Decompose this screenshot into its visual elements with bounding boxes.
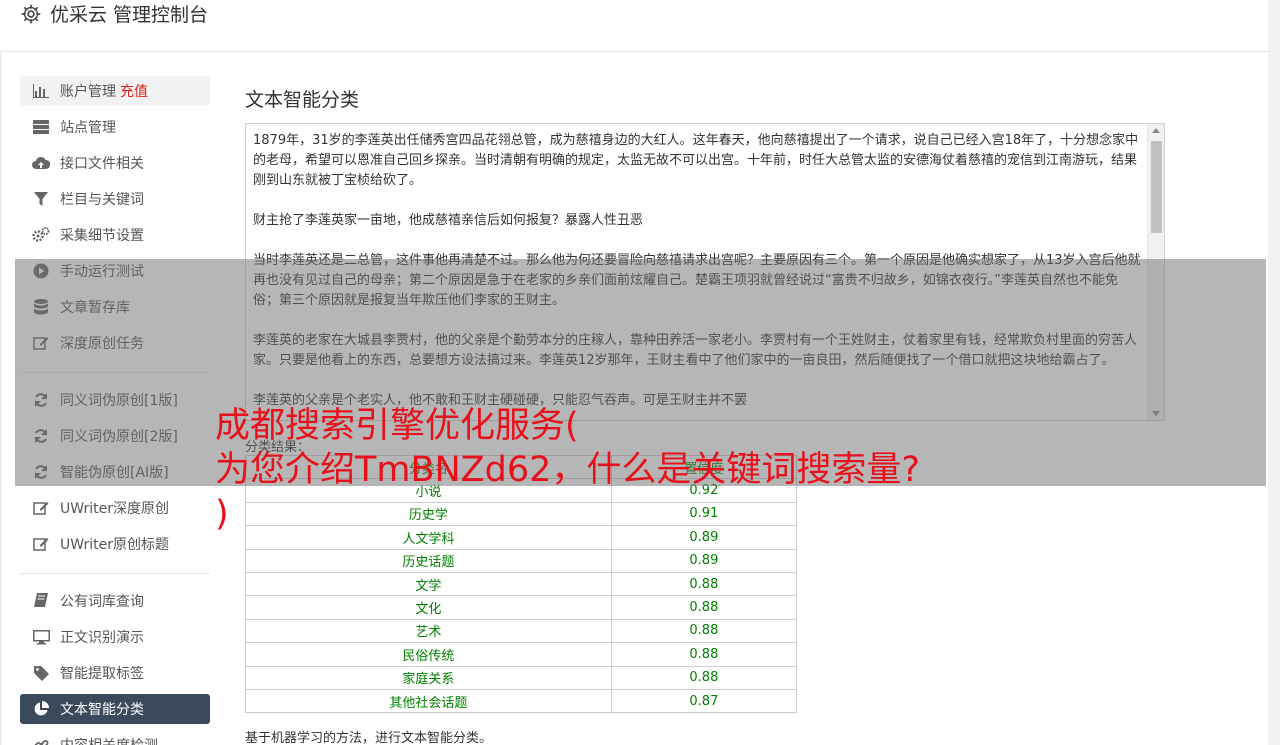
sidebar-item-label: 站点管理 <box>60 120 116 136</box>
cogs-icon <box>31 225 51 245</box>
cloud-upload-icon <box>31 153 51 173</box>
category-cell: 艺术 <box>245 618 612 644</box>
console-title: 优采云 管理控制台 <box>50 4 209 26</box>
confidence-cell: 0.88 <box>610 665 798 690</box>
link-icon <box>31 735 51 745</box>
sidebar-item-label: 账户管理 <box>60 84 116 100</box>
table-row: 历史话题 0.89 <box>245 548 798 573</box>
sidebar-item-label: 接口文件相关 <box>60 156 144 172</box>
sidebar-item-uwriter-title[interactable]: UWriter原创标题 <box>20 529 210 559</box>
confidence-cell: 0.88 <box>610 642 798 667</box>
confidence-cell: 0.88 <box>610 571 798 597</box>
edit-icon <box>31 498 51 518</box>
table-row: 文学 0.88 <box>245 571 798 597</box>
book-icon <box>31 591 51 611</box>
category-cell: 文化 <box>245 595 612 620</box>
category-cell: 民俗传统 <box>245 642 612 667</box>
sidebar-item-columns-keywords[interactable]: 栏目与关键词 <box>20 184 210 214</box>
edit-icon <box>31 534 51 554</box>
sidebar-item-label: 公有词库查询 <box>60 594 144 610</box>
sidebar-divider <box>20 573 210 574</box>
confidence-cell: 0.88 <box>610 618 798 644</box>
sidebar-item-label: 正文识别演示 <box>60 630 144 646</box>
sidebar-item-sites[interactable]: 站点管理 <box>20 112 210 142</box>
article-paragraph: 1879年，31岁的李莲英出任储秀宫四品花翎总管，成为慈禧身边的大红人。这年春天… <box>253 133 1139 188</box>
article-paragraph: 财主抢了李莲英家一亩地，他成慈禧亲信后如何报复？暴露人性丑恶 <box>253 213 644 228</box>
sidebar-item-public-thesaurus[interactable]: 公有词库查询 <box>20 586 210 616</box>
table-row: 文化 0.88 <box>245 595 798 620</box>
category-cell: 家庭关系 <box>245 665 612 690</box>
sidebar-item-collect-settings[interactable]: 采集细节设置 <box>20 220 210 250</box>
gear-icon <box>21 4 41 24</box>
sidebar-item-label: 智能提取标签 <box>60 666 144 682</box>
table-row: 家庭关系 0.88 <box>245 665 798 690</box>
server-icon <box>31 117 51 137</box>
category-cell: 历史话题 <box>245 548 612 573</box>
table-row: 其他社会话题 0.87 <box>245 688 798 714</box>
sidebar-item-uwriter-deep[interactable]: UWriter深度原创 <box>20 493 210 523</box>
category-cell: 其他社会话题 <box>245 688 612 714</box>
tag-icon <box>31 663 51 683</box>
sidebar-item-interface-files[interactable]: 接口文件相关 <box>20 148 210 178</box>
sidebar-item-label: 栏目与关键词 <box>60 192 144 208</box>
table-row: 民俗传统 0.88 <box>245 642 798 667</box>
sidebar-item-text-classification[interactable]: 文本智能分类 <box>20 694 210 724</box>
confidence-cell: 0.89 <box>610 548 798 573</box>
confidence-cell: 0.88 <box>610 595 798 620</box>
overlay-line: 为您介绍TmBNZd62，什么是关键词搜索量? <box>215 450 920 490</box>
monitor-icon <box>31 627 51 647</box>
page-title: 文本智能分类 <box>245 89 360 111</box>
sidebar-item-label: 内容相关度检测 <box>60 735 158 745</box>
sidebar-item-account[interactable]: 账户管理 充值 <box>20 76 210 106</box>
sidebar-item-text-recognition[interactable]: 正文识别演示 <box>20 622 210 652</box>
top-header: 优采云 管理控制台 <box>0 0 1268 52</box>
overlay-ad-text: 成都搜索引擎优化服务( 为您介绍TmBNZd62，什么是关键词搜索量? ) <box>215 404 1095 536</box>
sidebar-item-relevance-check[interactable]: 内容相关度检测 <box>20 730 210 745</box>
confidence-cell: 0.87 <box>610 688 798 714</box>
method-footnote: 基于机器学习的方法，进行文本智能分类。 <box>245 731 493 745</box>
category-cell: 文学 <box>245 571 612 597</box>
filter-icon <box>31 189 51 209</box>
sidebar-item-label: UWriter原创标题 <box>60 537 169 553</box>
table-row: 艺术 0.88 <box>245 618 798 644</box>
sidebar-item-label: 采集细节设置 <box>60 228 144 244</box>
scroll-thumb[interactable] <box>1151 141 1162 233</box>
overlay-line: 成都搜索引擎优化服务( <box>215 406 579 446</box>
bar-chart-icon <box>31 81 51 101</box>
overlay-line: ) <box>215 494 229 534</box>
recharge-link[interactable]: 充值 <box>120 81 148 101</box>
scroll-up-arrow-icon[interactable] <box>1152 128 1160 133</box>
pie-chart-icon <box>31 699 51 719</box>
sidebar-item-label: 文本智能分类 <box>60 702 144 718</box>
sidebar-item-extract-tags[interactable]: 智能提取标签 <box>20 658 210 688</box>
sidebar-item-label: UWriter深度原创 <box>60 501 169 517</box>
